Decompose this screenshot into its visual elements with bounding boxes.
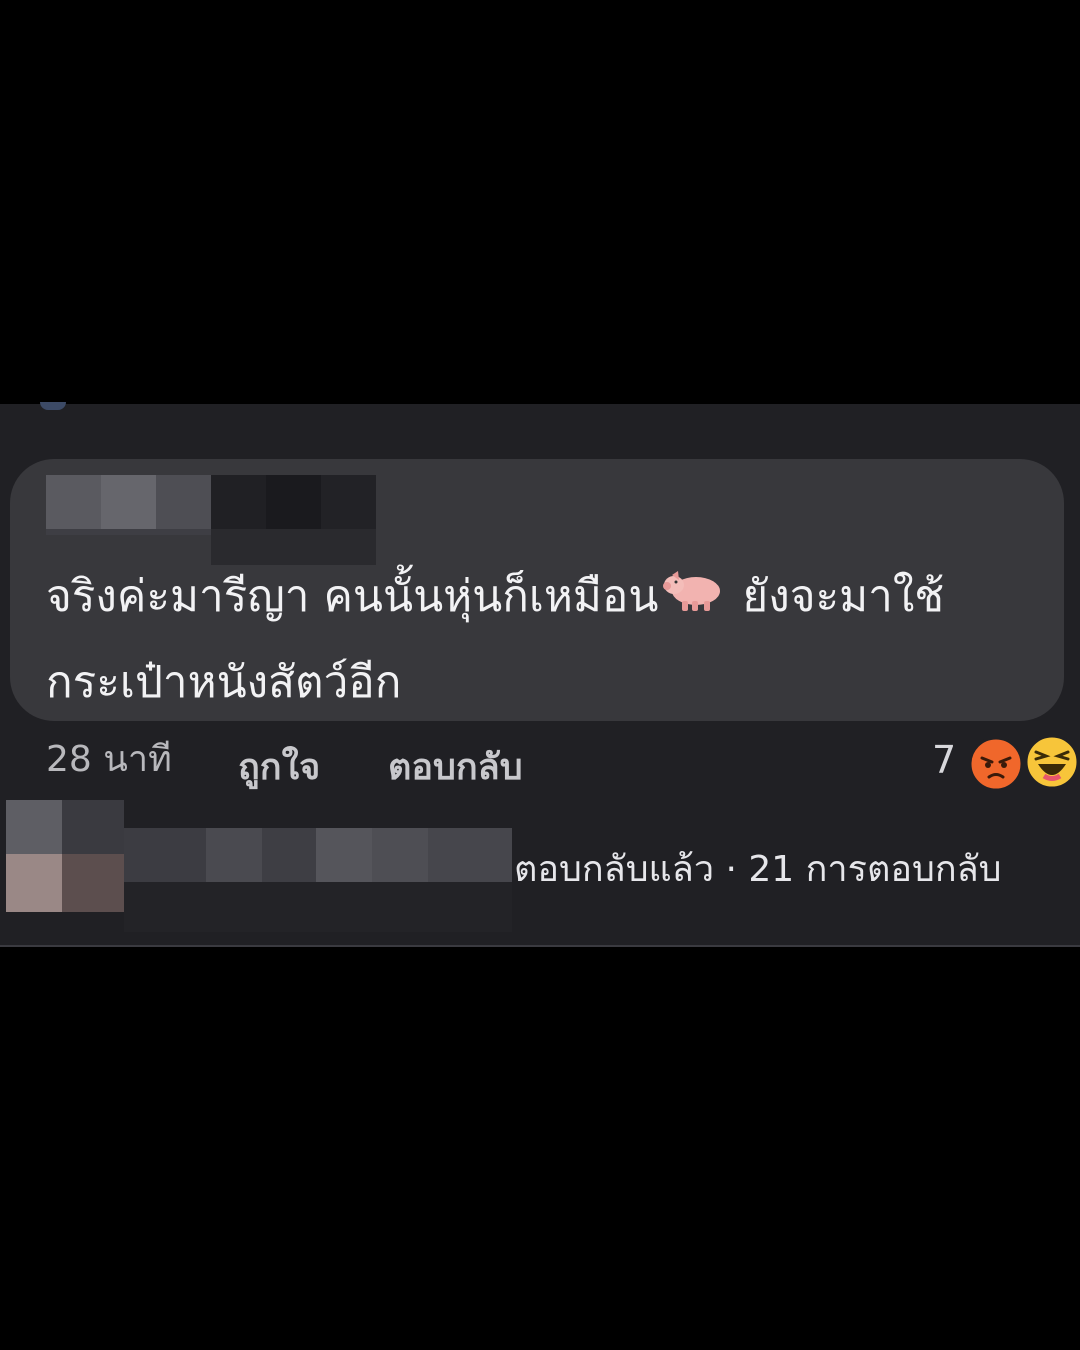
like-button[interactable]: ถูกใจ (238, 742, 320, 794)
reply-count-link[interactable]: ตอบกลับแล้ว · 21 การตอบกลับ (514, 844, 1002, 896)
comment-line1-end: ยังจะมาใช้ (728, 571, 945, 622)
angry-icon[interactable] (968, 736, 1024, 792)
comment-panel: จริงค่ะมารีญา คนนั้นหุ่นก็เหมือน ยังจะมา… (0, 402, 1080, 947)
reaction-count[interactable]: 7 (932, 734, 956, 786)
screenshot-frame: จริงค่ะมารีญา คนนั้นหุ่นก็เหมือน ยังจะมา… (0, 0, 1080, 1350)
replies-summary-row[interactable]: ตอบกลับแล้ว · 21 การตอบกลับ (0, 800, 1080, 932)
pig-icon (662, 557, 724, 641)
replier-avatar-redacted (6, 800, 124, 912)
comment-bubble: จริงค่ะมารีญา คนนั้นหุ่นก็เหมือน ยังจะมา… (10, 459, 1064, 721)
replier-name-redacted (124, 828, 512, 932)
author-name-redacted (46, 475, 376, 565)
previous-avatar-edge (40, 402, 66, 410)
comment-line1: จริงค่ะมารีญา คนนั้นหุ่นก็เหมือน (46, 571, 659, 622)
comment-actions: 28 นาที ถูกใจ ตอบกลับ 7 (0, 734, 1080, 794)
haha-icon[interactable] (1024, 734, 1080, 790)
reply-button[interactable]: ตอบกลับ (388, 742, 523, 794)
comment-timestamp[interactable]: 28 นาที (46, 734, 172, 786)
comment-text: จริงค่ะมารีญา คนนั้นหุ่นก็เหมือน ยังจะมา… (46, 555, 1046, 725)
comment-line2: กระเป๋าหนังสัตว์อีก (46, 657, 402, 708)
